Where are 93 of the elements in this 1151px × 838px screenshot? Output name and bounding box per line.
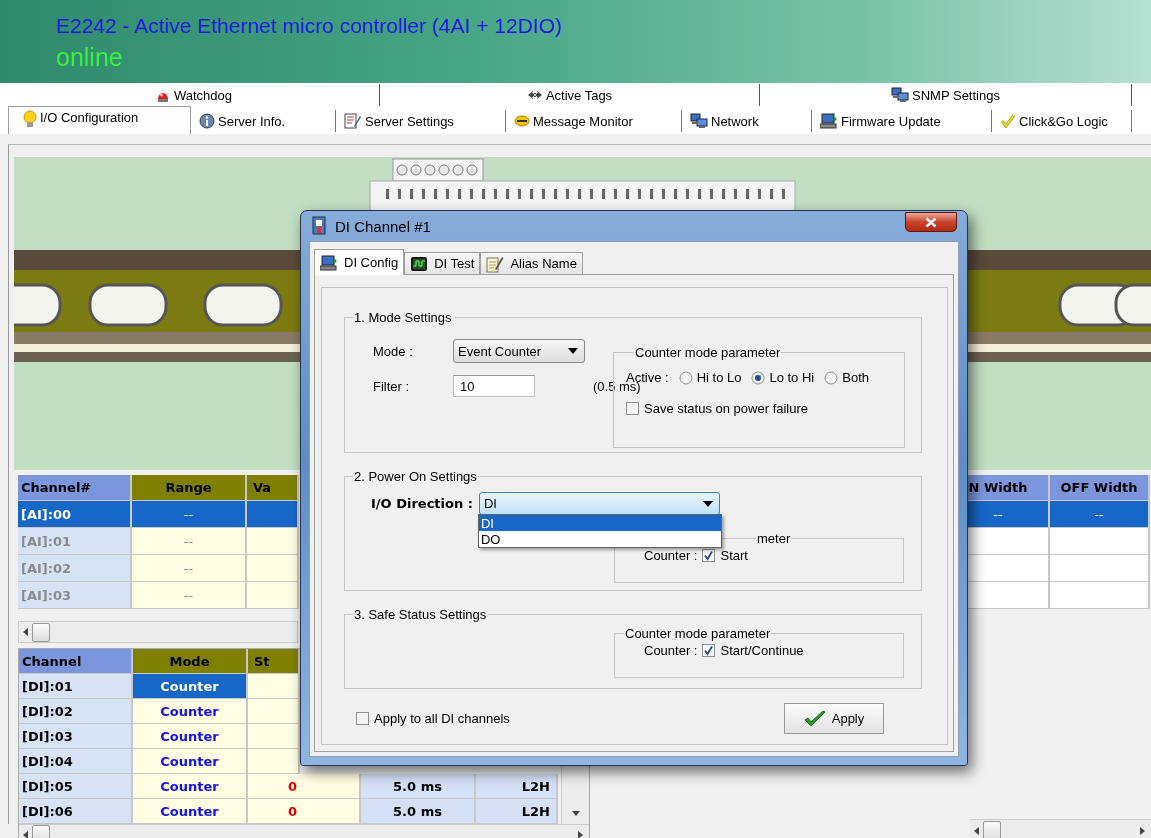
table-cell: 0 xyxy=(248,774,361,799)
table-cell xyxy=(248,674,300,699)
field-label: Counter : xyxy=(644,643,698,658)
table-cell: [DI]:05 xyxy=(19,774,133,799)
table-cell xyxy=(248,724,300,749)
table-cell: -- xyxy=(132,582,247,609)
table-cell[interactable]: [AI]:00 xyxy=(18,501,132,528)
checkmark-icon xyxy=(803,709,826,728)
connection-status: online xyxy=(56,43,123,72)
table-cell xyxy=(247,528,299,555)
option-label: Hi to Lo xyxy=(696,370,742,385)
direction-dropdown[interactable]: DI xyxy=(478,492,720,515)
group-title: meter xyxy=(756,531,792,546)
group-title: 2. Power On Settings xyxy=(353,469,478,484)
info-icon xyxy=(199,113,215,129)
checkbox-label: Save status on power failure xyxy=(644,401,809,416)
field-label: Filter : xyxy=(373,378,411,394)
input-field[interactable]: 10 xyxy=(453,375,535,397)
list-item[interactable]: DO xyxy=(478,531,721,547)
column-header: St xyxy=(248,649,300,674)
waveform-icon xyxy=(410,255,429,272)
radio-button[interactable] xyxy=(751,370,766,385)
field-label: Mode : xyxy=(373,343,414,359)
disc-icon xyxy=(514,115,530,127)
checkbox-label: Start/Continue xyxy=(720,643,804,658)
radio-button[interactable] xyxy=(824,370,839,385)
arrows-icon xyxy=(526,89,543,101)
option-label: Both xyxy=(842,370,869,385)
computer-icon xyxy=(820,113,838,129)
column-header: Channel xyxy=(19,649,133,674)
checkbox[interactable] xyxy=(626,402,639,415)
tab[interactable]: Alias Name xyxy=(480,252,583,274)
group-title: Counter mode parameter xyxy=(624,626,772,641)
list-item[interactable]: DI xyxy=(478,515,721,531)
table-cell: [DI]:03 xyxy=(19,724,133,749)
table-cell[interactable]: Counter xyxy=(133,749,248,774)
table-cell[interactable]: Counter xyxy=(133,674,248,699)
table-cell[interactable]: Counter xyxy=(133,799,248,824)
table-cell[interactable]: Counter xyxy=(133,699,248,724)
field-label: Counter : xyxy=(644,548,698,563)
table-cell: 0 xyxy=(248,799,361,824)
table-cell xyxy=(248,749,300,774)
table-cell: 5.0 ms xyxy=(361,799,476,824)
table-cell: -- xyxy=(132,555,247,582)
table-cell: -- xyxy=(132,501,247,528)
lightbulb-icon xyxy=(23,110,37,128)
table-cell: L2H xyxy=(476,799,558,824)
apply-button[interactable]: Apply xyxy=(784,703,884,734)
caret-icon xyxy=(568,348,578,354)
tab[interactable]: DI Config xyxy=(314,249,405,275)
dialog-title: DI Channel #1 xyxy=(335,217,431,235)
caret-icon xyxy=(702,500,713,507)
table-cell xyxy=(247,501,299,528)
checkbox[interactable] xyxy=(702,644,716,657)
group-title: 1. Mode Settings xyxy=(353,310,453,325)
table-cell: [DI]:04 xyxy=(19,749,133,774)
table-cell[interactable]: Counter xyxy=(133,774,248,799)
checkbox[interactable] xyxy=(356,712,369,725)
table-cell: L2H xyxy=(476,774,558,799)
radio-button[interactable] xyxy=(678,370,693,385)
group-title: Counter mode parameter xyxy=(634,345,782,360)
checkbox-label: Apply to all DI channels xyxy=(374,711,510,726)
tab[interactable]: DI Test xyxy=(404,252,481,274)
close-icon xyxy=(925,216,937,228)
document-icon xyxy=(311,216,329,236)
table-cell: 5.0 ms xyxy=(361,774,476,799)
table-cell xyxy=(248,699,300,724)
option-label: Lo to Hi xyxy=(769,370,815,385)
table-cell: -- xyxy=(1050,501,1150,528)
app-title: E2242 - Active Ethernet micro controller (4AI + 12DIO) xyxy=(56,14,562,38)
table-cell[interactable]: Counter xyxy=(133,724,248,749)
column-header: Mode xyxy=(133,649,248,674)
checkbox-label: Start xyxy=(720,548,748,563)
table-cell: [DI]:02 xyxy=(19,699,133,724)
column-header: Channel# xyxy=(18,475,132,501)
table-cell: -- xyxy=(132,528,247,555)
table-cell xyxy=(247,555,299,582)
document-pen-icon xyxy=(344,113,362,129)
tab[interactable]: I/O Configuration xyxy=(8,106,191,134)
column-header: OFF Width xyxy=(1050,475,1150,501)
checkbox[interactable] xyxy=(702,549,716,562)
group-title: 3. Safe Status Settings xyxy=(353,607,488,622)
mode-dropdown[interactable]: Event Counter xyxy=(453,339,585,363)
computers-icon xyxy=(690,113,708,129)
table-cell xyxy=(247,582,299,609)
table-cell: [DI]:06 xyxy=(19,799,133,824)
computer-icon xyxy=(320,254,338,271)
column-header: Range xyxy=(132,475,247,501)
column-header: Va xyxy=(247,475,299,501)
close-button[interactable] xyxy=(905,212,957,232)
table-cell: [DI]:01 xyxy=(19,674,133,699)
computers-icon xyxy=(891,87,910,103)
field-label: I/O Direction : xyxy=(371,496,473,511)
